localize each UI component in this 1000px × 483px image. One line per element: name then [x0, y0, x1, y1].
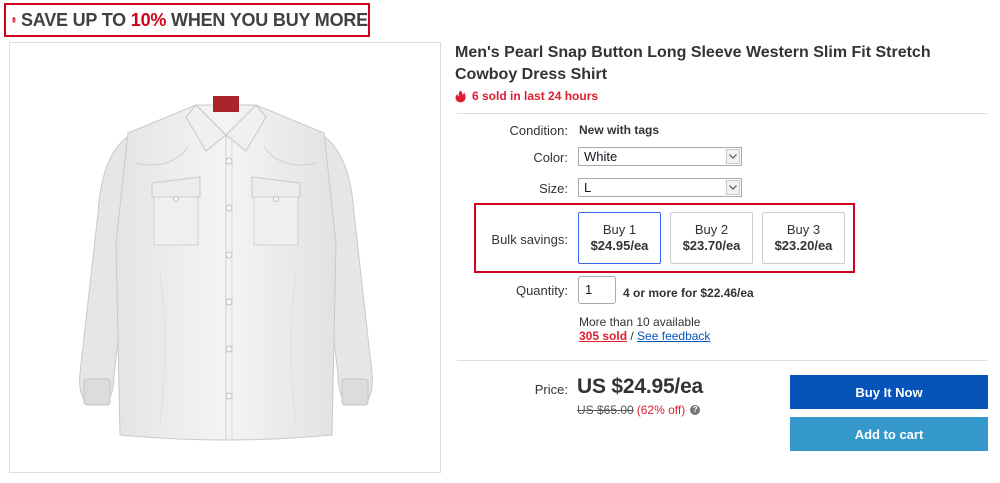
buy-it-now-button[interactable]: Buy It Now [790, 375, 988, 409]
chevron-down-icon[interactable] [726, 180, 740, 195]
promo-banner: $ SAVE UP TO 10% WHEN YOU BUY MORE [4, 3, 370, 37]
link-separator: / [627, 329, 638, 343]
color-select[interactable]: White [578, 147, 742, 166]
bulk-option-buy-1[interactable]: Buy 1 $24.95/ea [578, 212, 661, 264]
bulk-option-price: $23.20/ea [774, 238, 833, 253]
bulk-option-price: $23.70/ea [682, 238, 741, 253]
add-to-cart-button[interactable]: Add to cart [790, 417, 988, 451]
bulk-option-buy-2[interactable]: Buy 2 $23.70/ea [670, 212, 753, 264]
condition-value: New with tags [579, 123, 660, 137]
bulk-option-qty: Buy 2 [694, 222, 729, 237]
bulk-option-qty: Buy 3 [786, 222, 821, 237]
discount-percent: (62% off) [636, 403, 686, 417]
price-tag-icon: $ [12, 17, 16, 23]
color-selected-value: White [584, 149, 618, 164]
promo-discount: 10% [130, 9, 167, 30]
color-label: Color: [533, 150, 568, 165]
original-price-row: US $65.00 (62% off) ? [577, 403, 701, 417]
divider [457, 360, 987, 361]
quantity-label: Quantity: [515, 283, 568, 298]
product-image[interactable] [9, 42, 441, 473]
bulk-savings-label: Bulk savings: [491, 232, 568, 247]
quantity-input[interactable]: 1 [578, 276, 616, 304]
product-title: Men's Pearl Snap Button Long Sleeve West… [455, 44, 931, 83]
bulk-option-qty: Buy 1 [602, 222, 637, 237]
help-icon[interactable]: ? [690, 405, 701, 415]
sold-count-link[interactable]: 305 sold [579, 329, 627, 343]
recent-sales: 6 sold in last 24 hours [455, 89, 598, 103]
availability-text: More than 10 available [579, 315, 701, 329]
chevron-down-icon[interactable] [726, 149, 740, 164]
original-price: US $65.00 [577, 403, 634, 417]
size-select[interactable]: L [578, 178, 742, 197]
size-label: Size: [539, 181, 568, 196]
condition-label: Condition: [509, 123, 568, 138]
sold-links: 305 sold / See feedback [579, 329, 710, 343]
divider [457, 113, 987, 114]
fire-icon [455, 90, 466, 102]
white-western-shirt-image [79, 96, 373, 441]
current-price: US $24.95/ea [577, 375, 704, 398]
bulk-option-buy-3[interactable]: Buy 3 $23.20/ea [762, 212, 845, 264]
quantity-discount-note: 4 or more for $22.46/ea [623, 286, 754, 300]
size-selected-value: L [584, 180, 592, 195]
see-feedback-link[interactable]: See feedback [637, 329, 710, 343]
price-label: Price: [534, 382, 568, 397]
promo-text: SAVE UP TO 10% WHEN YOU BUY MORE [20, 9, 368, 30]
bulk-option-price: $24.95/ea [590, 238, 649, 253]
sold-recent-text: 6 sold in last 24 hours [472, 89, 599, 103]
